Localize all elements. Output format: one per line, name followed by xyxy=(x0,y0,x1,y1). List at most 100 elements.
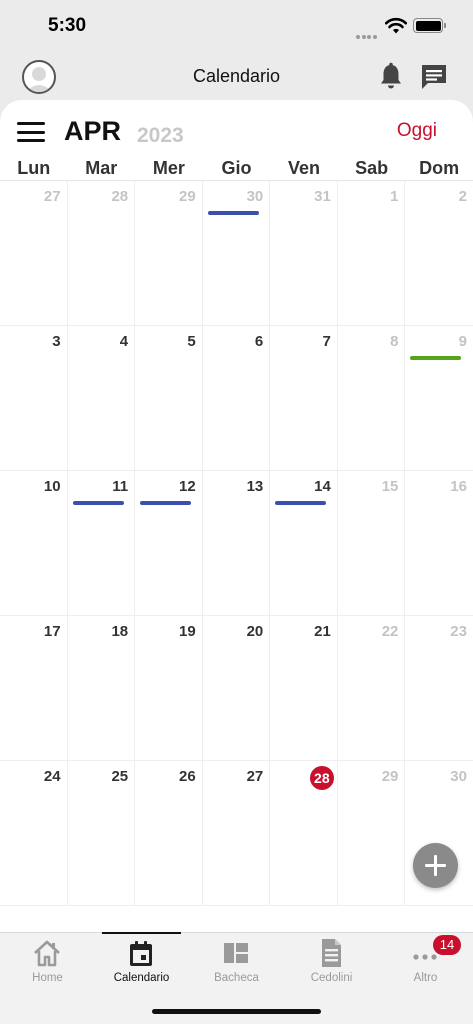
day-cell[interactable]: 14 xyxy=(270,471,338,616)
tab-label: Bacheca xyxy=(214,972,259,984)
day-cell[interactable]: 30 xyxy=(202,181,271,326)
day-cell[interactable]: 28 xyxy=(67,181,136,326)
day-number: 5 xyxy=(187,333,196,350)
day-number: 1 xyxy=(390,188,399,205)
navbar: Calendario xyxy=(0,54,473,100)
today-button[interactable]: Oggi xyxy=(397,120,437,142)
day-cell[interactable]: 8 xyxy=(337,326,406,471)
day-number: 11 xyxy=(112,478,129,495)
day-cell[interactable]: 15 xyxy=(337,471,406,616)
weekday-label: Dom xyxy=(419,158,460,178)
day-cell[interactable]: 3 xyxy=(0,326,68,471)
day-number: 8 xyxy=(390,333,399,350)
tab-home[interactable]: Home xyxy=(0,933,95,993)
day-number: 14 xyxy=(314,478,331,495)
day-cell[interactable]: 21 xyxy=(270,616,338,761)
event-bar[interactable] xyxy=(207,211,259,215)
weekday-label: Mer xyxy=(152,158,185,178)
month-label: APR xyxy=(64,116,122,146)
board-icon xyxy=(224,943,248,963)
day-number: 24 xyxy=(43,768,61,785)
battery-icon xyxy=(413,18,446,33)
day-cell[interactable]: 16 xyxy=(405,471,473,616)
day-cell[interactable]: 12 xyxy=(135,471,203,616)
tab-label: Calendario xyxy=(113,972,170,984)
event-bar[interactable] xyxy=(275,501,327,505)
tab-bacheca[interactable]: Bacheca xyxy=(189,933,284,993)
day-number: 18 xyxy=(111,623,129,640)
day-cell[interactable]: 9 xyxy=(405,326,473,471)
cellular-signal-icon xyxy=(356,26,380,39)
day-cell[interactable]: 27 xyxy=(0,181,68,326)
day-number: 29 xyxy=(381,768,399,785)
day-cell[interactable]: 29 xyxy=(337,761,406,906)
day-cell[interactable]: 28 xyxy=(270,761,338,906)
status-bar: 5:30 xyxy=(0,0,473,54)
day-cell[interactable]: 7 xyxy=(270,326,338,471)
day-cell[interactable]: 26 xyxy=(135,761,203,906)
status-time: 5:30 xyxy=(48,15,87,36)
tab-label: Cedolini xyxy=(310,972,353,984)
day-cell[interactable]: 31 xyxy=(270,181,338,326)
year-label: 2023 xyxy=(137,124,184,147)
add-event-button[interactable] xyxy=(413,843,458,888)
event-bar[interactable] xyxy=(410,356,462,360)
day-number: 25 xyxy=(111,768,129,785)
day-number: 20 xyxy=(246,623,264,640)
day-cell[interactable]: 6 xyxy=(202,326,271,471)
day-cell[interactable]: 13 xyxy=(202,471,271,616)
day-cell[interactable]: 29 xyxy=(135,181,203,326)
day-cell[interactable]: 20 xyxy=(202,616,271,761)
day-number: 30 xyxy=(450,768,467,785)
day-cell[interactable]: 17 xyxy=(0,616,68,761)
day-cell[interactable]: 18 xyxy=(67,616,136,761)
day-cell[interactable]: 1 xyxy=(337,181,406,326)
day-cell[interactable]: 10 xyxy=(0,471,68,616)
day-number: 12 xyxy=(179,478,196,495)
tab-cedolini[interactable]: Cedolini xyxy=(284,933,379,993)
notification-badge: 14 xyxy=(433,935,461,955)
event-bar[interactable] xyxy=(72,501,124,505)
day-number: 13 xyxy=(246,478,264,495)
day-cell[interactable]: 23 xyxy=(405,616,473,761)
today-day-number: 28 xyxy=(309,766,334,790)
home-icon xyxy=(34,940,60,967)
day-number: 2 xyxy=(458,188,467,205)
weekday-label: Mar xyxy=(85,158,118,178)
day-cell[interactable]: 19 xyxy=(135,616,203,761)
day-cell[interactable]: 11 xyxy=(67,471,136,616)
day-number: 28 xyxy=(111,188,129,205)
day-number: 27 xyxy=(43,188,61,205)
day-cell[interactable]: 25 xyxy=(67,761,136,906)
day-number: 30 xyxy=(246,188,264,205)
menu-icon[interactable] xyxy=(17,122,45,142)
day-number: 6 xyxy=(254,333,264,350)
day-cell[interactable]: 22 xyxy=(337,616,406,761)
day-number: 9 xyxy=(458,333,467,350)
day-number: 10 xyxy=(43,478,61,495)
bell-icon[interactable] xyxy=(378,62,404,90)
day-cell[interactable]: 5 xyxy=(135,326,203,471)
weekday-label: Sab xyxy=(355,158,389,178)
day-number: 7 xyxy=(322,333,331,350)
calendar-icon xyxy=(130,941,152,966)
tab-label: Altro xyxy=(413,972,438,984)
day-cell[interactable]: 4 xyxy=(67,326,136,471)
message-icon[interactable] xyxy=(419,62,449,92)
day-number: 21 xyxy=(314,623,331,640)
day-number: 31 xyxy=(314,188,331,205)
weekday-label: Lun xyxy=(17,158,51,178)
day-cell[interactable]: 2 xyxy=(405,181,473,326)
weekday-label: Ven xyxy=(288,158,321,178)
weekday-header: Lun Mar Mer Gio Ven Sab Dom xyxy=(0,154,473,181)
tab-label: Home xyxy=(32,972,63,984)
day-number: 15 xyxy=(381,478,399,495)
weekday-label: Gio xyxy=(221,158,252,178)
day-number: 29 xyxy=(179,188,196,205)
day-cell[interactable]: 27 xyxy=(202,761,271,906)
tab-calendario[interactable]: Calendario xyxy=(94,933,189,993)
day-number: 26 xyxy=(179,768,196,785)
wifi-icon xyxy=(385,17,407,34)
event-bar[interactable] xyxy=(140,501,192,505)
day-cell[interactable]: 24 xyxy=(0,761,68,906)
